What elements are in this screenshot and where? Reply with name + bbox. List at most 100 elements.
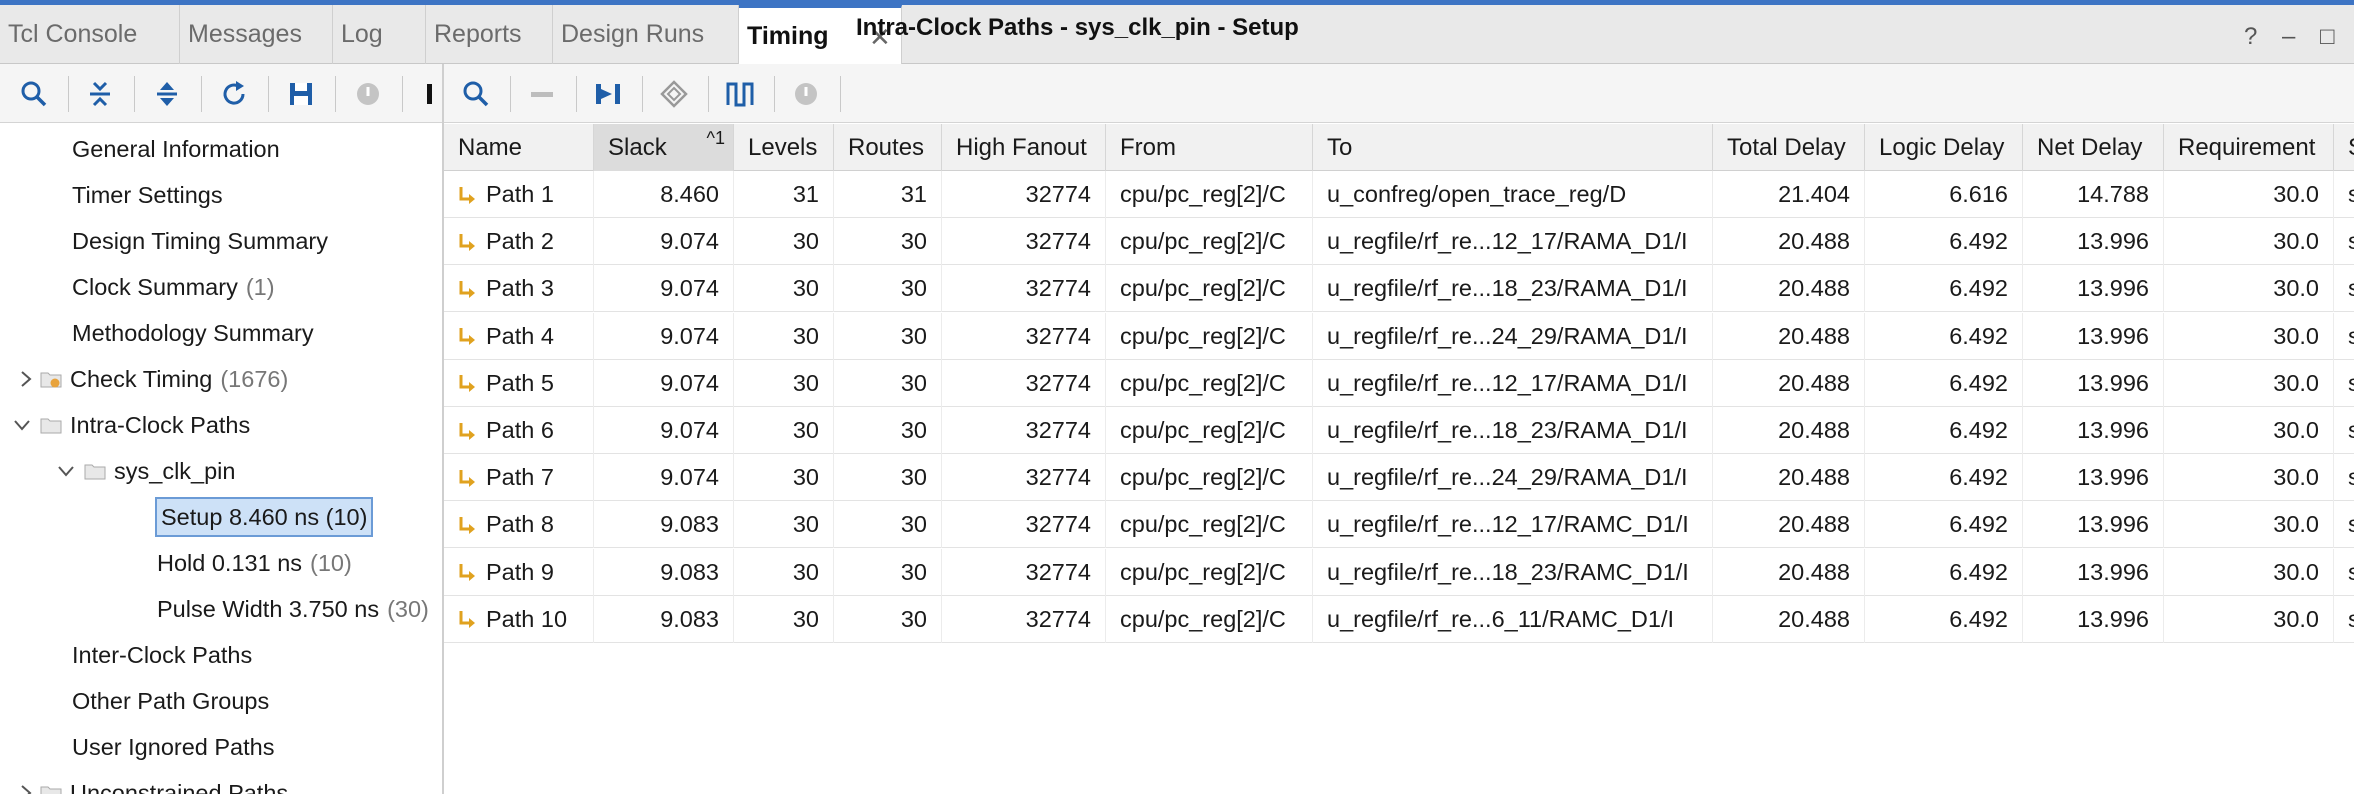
tree-toolbar [0, 64, 442, 123]
cell-text: cpu/pc_reg[2]/C [1120, 181, 1286, 207]
cell-text: 6.492 [1949, 369, 2008, 396]
cell-text: s [2348, 464, 2354, 491]
table-row[interactable]: Path 5 9.074 30 30 32774 cpu/pc_reg[2]/C u_reg… [444, 359, 2354, 407]
tree-item-count: (10) [310, 549, 352, 576]
cell-from: cpu/pc_reg[2]/C [1106, 265, 1313, 313]
tree-item-setup[interactable]: Setup 8.460 ns (10) [155, 497, 374, 537]
tab-tcl-console[interactable]: Tcl Console [0, 5, 180, 64]
save-icon[interactable] [283, 76, 319, 112]
path-arrow-icon [459, 516, 475, 534]
tree-item-timer-settings[interactable]: Timer Settings [72, 175, 223, 215]
column-header-name[interactable]: Name [444, 124, 594, 171]
tree-item-sys-clk-pin[interactable]: sys_clk_pin [84, 451, 235, 491]
cell-text: 20.488 [1778, 511, 1850, 538]
cell-text: Path 8 [486, 511, 554, 538]
cell-net-delay: 13.996 [2023, 359, 2164, 407]
column-header-slack[interactable]: Slack ^1 [594, 124, 734, 171]
help-icon[interactable]: ? [2244, 23, 2257, 51]
tree-item-other-path-groups[interactable]: Other Path Groups [72, 681, 269, 721]
column-header-from[interactable]: From [1106, 124, 1313, 171]
column-header-high-fanout[interactable]: High Fanout [942, 124, 1106, 171]
column-header-label: Name [458, 133, 523, 161]
chevron-down-icon[interactable] [12, 415, 32, 435]
tab-messages[interactable]: Messages [180, 5, 333, 64]
table-row[interactable]: Path 8 9.083 30 30 32774 cpu/pc_reg[2]/C u_reg… [444, 501, 2354, 549]
tree-item-general-information[interactable]: General Information [72, 129, 280, 169]
tree-item-design-timing-summary[interactable]: Design Timing Summary [72, 221, 328, 261]
table-row[interactable]: Path 2 9.074 30 30 32774 cpu/pc_reg[2]/C u_reg… [444, 218, 2354, 266]
table-row[interactable]: Path 4 9.074 30 30 32774 cpu/pc_reg[2]/C u_reg… [444, 312, 2354, 360]
overflow-chevron-icon[interactable] [418, 76, 442, 112]
cell-from: cpu/pc_reg[2]/C [1106, 595, 1313, 643]
cell-text: 30 [792, 228, 819, 255]
cell-source-clock: s [2334, 218, 2354, 265]
cell-levels: 30 [734, 218, 834, 266]
table-row[interactable]: Path 10 9.083 30 30 32774 cpu/pc_reg[2]/C u_re… [444, 595, 2354, 643]
toolbar-separator [576, 76, 577, 112]
waveform-icon[interactable] [722, 76, 758, 112]
column-header-source-clock[interactable]: S [2334, 124, 2354, 171]
search-icon[interactable] [16, 76, 52, 112]
cell-total-delay: 20.488 [1713, 265, 1865, 313]
chevron-right-icon[interactable] [16, 369, 36, 389]
table-row[interactable]: Path 6 9.074 30 30 32774 cpu/pc_reg[2]/C u_reg… [444, 407, 2354, 454]
cell-text: 30 [792, 275, 819, 302]
table-row[interactable]: Path 7 9.074 30 30 32774 cpu/pc_reg[2]/C u_reg… [444, 454, 2354, 502]
column-header-net-delay[interactable]: Net Delay [2023, 124, 2164, 171]
cell-text: Path 4 [486, 322, 554, 349]
column-header-to[interactable]: To [1313, 124, 1713, 171]
table-row[interactable]: Path 1 8.460 31 31 32774 cpu/pc_reg[2]/C u_con… [444, 171, 2354, 218]
cell-text: cpu/pc_reg[2]/C [1120, 369, 1286, 396]
tab-design-runs[interactable]: Design Runs [553, 5, 739, 64]
folder-icon [40, 786, 62, 794]
column-header-total-delay[interactable]: Total Delay [1713, 124, 1865, 171]
cell-text: 13.996 [2077, 369, 2149, 396]
tree-item-user-ignored-paths[interactable]: User Ignored Paths [72, 727, 274, 767]
tree-item-hold[interactable]: Hold 0.131 ns (10) [157, 543, 352, 583]
cell-from: cpu/pc_reg[2]/C [1106, 312, 1313, 360]
cell-routes: 31 [834, 171, 942, 218]
cell-text: 6.616 [1949, 181, 2008, 207]
chevron-right-icon[interactable] [16, 783, 36, 794]
tree-item-check-timing[interactable]: Check Timing (1676) [40, 359, 288, 399]
cell-logic-delay: 6.616 [1865, 171, 2023, 218]
cell-net-delay: 13.996 [2023, 548, 2164, 596]
column-header-logic-delay[interactable]: Logic Delay [1865, 124, 2023, 171]
tree-item-pulse-width[interactable]: Pulse Width 3.750 ns (30) [157, 589, 429, 629]
cell-slack: 8.460 [594, 171, 734, 218]
cell-text: 9.074 [660, 228, 719, 255]
cell-text: 32774 [1025, 558, 1091, 585]
cell-source-clock: s [2334, 407, 2354, 454]
maximize-icon[interactable]: □ [2320, 23, 2335, 51]
tree-item-inter-clock-paths[interactable]: Inter-Clock Paths [72, 635, 252, 675]
column-header-routes[interactable]: Routes [834, 124, 942, 171]
cell-high-fanout: 32774 [942, 501, 1106, 549]
collapse-all-icon[interactable] [82, 76, 118, 112]
cell-to: u_regfile/rf_re...18_23/RAMA_D1/I [1313, 265, 1713, 313]
table-row[interactable]: Path 9 9.083 30 30 32774 cpu/pc_reg[2]/C u_reg… [444, 548, 2354, 596]
search-icon[interactable] [458, 76, 494, 112]
expand-all-icon[interactable] [149, 76, 185, 112]
refresh-icon[interactable] [216, 76, 252, 112]
minimize-icon[interactable]: – [2282, 23, 2295, 51]
tree-item-intra-clock-paths[interactable]: Intra-Clock Paths [40, 405, 250, 445]
cell-slack: 9.074 [594, 454, 734, 502]
cell-text: 30.0 [2273, 369, 2319, 396]
column-header-levels[interactable]: Levels [734, 124, 834, 171]
toolbar-separator [134, 76, 135, 112]
tree-item-clock-summary[interactable]: Clock Summary (1) [72, 267, 275, 307]
tree-item-unconstrained-paths[interactable]: Unconstrained Paths [40, 773, 288, 794]
tab-reports[interactable]: Reports [426, 5, 553, 64]
cell-text: Path 5 [486, 369, 554, 396]
cell-slack: 9.083 [594, 548, 734, 596]
tree-item-label: Pulse Width 3.750 ns [157, 595, 380, 622]
table-row[interactable]: Path 3 9.074 30 30 32774 cpu/pc_reg[2]/C u_reg… [444, 265, 2354, 313]
column-header-requirement[interactable]: Requirement [2164, 124, 2334, 171]
column-header-label: From [1120, 133, 1176, 161]
cell-text: u_regfile/rf_re...24_29/RAMA_D1/I [1327, 322, 1688, 349]
tab-log[interactable]: Log [333, 5, 426, 64]
stop-icon [788, 76, 824, 112]
schematic-icon[interactable] [590, 76, 626, 112]
tree-item-methodology-summary[interactable]: Methodology Summary [72, 313, 314, 353]
chevron-down-icon[interactable] [56, 461, 76, 481]
